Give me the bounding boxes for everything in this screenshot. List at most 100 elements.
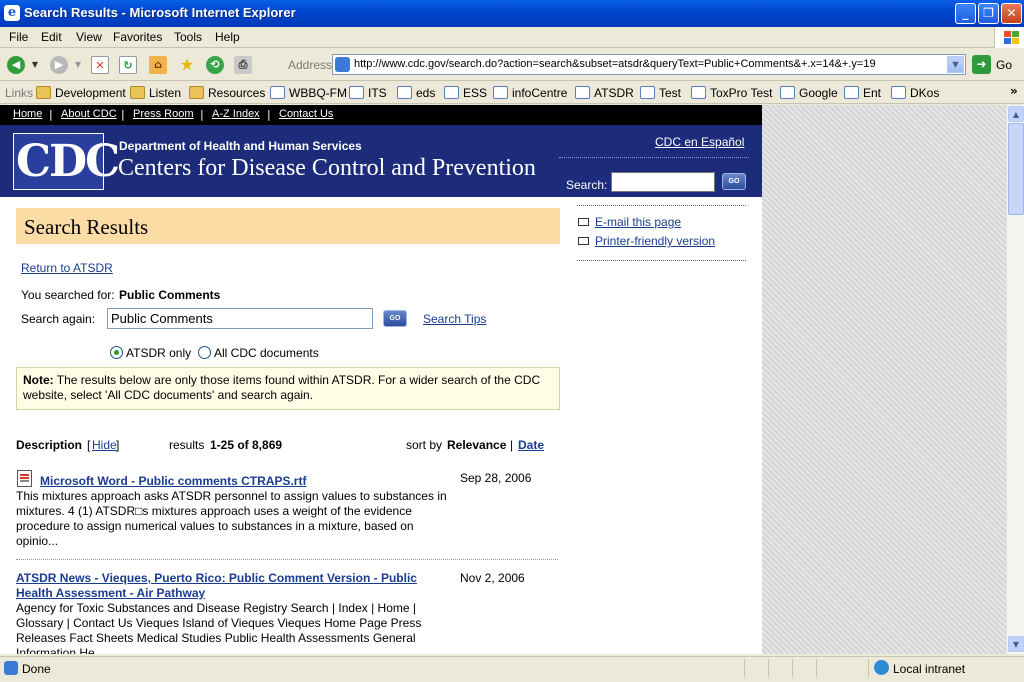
printer-friendly-link[interactable]: Printer-friendly version [577, 234, 715, 248]
ie-icon: e [4, 5, 20, 21]
folder-icon [130, 86, 145, 99]
address-label: Address [288, 58, 333, 72]
title-bar: e Search Results - Microsoft Internet Ex… [0, 0, 1024, 27]
print-icon[interactable]: ⎙ [234, 56, 252, 74]
radio-all-label: All CDC documents [214, 346, 319, 360]
espanol-link[interactable]: CDC en Español [655, 135, 744, 149]
windows-logo-icon [994, 27, 1024, 48]
minimize-button[interactable]: _ [955, 3, 976, 24]
link-ent[interactable]: Ent [844, 86, 881, 100]
link-infocentre[interactable]: infoCentre [493, 86, 567, 100]
more-links-chevron-icon[interactable]: » [1010, 84, 1018, 98]
scroll-down-icon[interactable]: ▼ [1008, 636, 1024, 652]
nav-press-room[interactable]: Press Room [133, 108, 194, 120]
address-bar[interactable]: http://www.cdc.gov/search.do?action=sear… [332, 54, 966, 75]
link-test[interactable]: Test [640, 86, 681, 100]
radio-atsdr-only[interactable] [110, 346, 123, 359]
page-icon [691, 86, 706, 99]
nav-a-z-index[interactable]: A-Z Index [212, 108, 260, 120]
nav-about-cdc[interactable]: About CDC [61, 108, 117, 120]
hide-link[interactable]: Hide [92, 438, 117, 452]
sort-date-link[interactable]: Date [518, 438, 544, 452]
folder-icon [36, 86, 51, 99]
search-tips-link[interactable]: Search Tips [423, 312, 486, 326]
page-icon [575, 86, 590, 99]
address-url[interactable]: http://www.cdc.gov/search.do?action=sear… [354, 58, 876, 70]
address-dropdown-icon[interactable]: ▼ [947, 56, 964, 73]
results-prefix: results [169, 438, 205, 452]
site-search-go-button[interactable]: GO [722, 173, 746, 190]
cdc-banner: CDC Department of Health and Human Servi… [0, 125, 762, 197]
link-google[interactable]: Google [780, 86, 838, 100]
history-icon[interactable]: ⟲ [206, 56, 224, 74]
link-listen[interactable]: Listen [130, 86, 181, 100]
toolbar: ◀ ▼ ▶ ▼ ✕ ↻ ⌂ ★ ⟲ ⎙ Address http://www.c… [0, 49, 1024, 81]
link-eds[interactable]: eds [397, 86, 435, 100]
cdc-logo[interactable]: CDC [13, 133, 120, 190]
links-bar: Links Development Listen Resources WBBQ-… [0, 82, 1024, 104]
page-content: Home | About CDC | Press Room | A-Z Inde… [0, 105, 1006, 654]
result-title[interactable]: Microsoft Word - Public comments CTRAPS.… [40, 474, 440, 489]
menu-favorites[interactable]: Favorites [113, 30, 162, 44]
search-again-label: Search again: [21, 312, 96, 326]
site-search-label: Search: [566, 178, 608, 192]
folder-icon [189, 86, 204, 99]
restore-button[interactable]: ❐ [978, 3, 999, 24]
menu-bar: File Edit View Favorites Tools Help [0, 27, 1024, 48]
note-text: The results below are only those items f… [23, 373, 541, 402]
search-again-input[interactable]: Public Comments [107, 308, 373, 329]
link-atsdr[interactable]: ATSDR [575, 86, 634, 100]
document-icon [17, 470, 32, 487]
radio-atsdr-label: ATSDR only [126, 346, 192, 360]
home-icon[interactable]: ⌂ [149, 56, 167, 74]
scroll-thumb[interactable] [1008, 123, 1024, 215]
menu-edit[interactable]: Edit [41, 30, 62, 44]
go-arrow-icon: ➜ [972, 55, 991, 74]
search-again-go-button[interactable]: GO [383, 310, 407, 327]
window-title: Search Results - Microsoft Internet Expl… [24, 5, 296, 20]
menu-file[interactable]: File [9, 30, 28, 44]
vertical-scrollbar[interactable]: ▲ ▼ [1006, 105, 1024, 654]
page-icon [780, 86, 795, 99]
link-ess[interactable]: ESS [444, 86, 487, 100]
center-name: Centers for Disease Control and Preventi… [118, 155, 536, 181]
result-description: This mixtures approach asks ATSDR person… [16, 489, 447, 548]
go-button[interactable]: ➜ Go [972, 55, 1022, 75]
menu-view[interactable]: View [76, 30, 102, 44]
site-search-input[interactable] [611, 172, 715, 192]
return-link[interactable]: Return to ATSDR [21, 261, 113, 275]
radio-all-cdc[interactable] [198, 346, 211, 359]
page-icon [493, 86, 508, 99]
page-icon [335, 57, 350, 72]
envelope-icon [578, 218, 589, 226]
link-development[interactable]: Development [36, 86, 126, 100]
status-text: Done [22, 662, 51, 676]
note-box: Note: The results below are only those i… [16, 367, 560, 410]
nav-home[interactable]: Home [13, 108, 42, 120]
link-toxpro-test[interactable]: ToxPro Test [691, 86, 772, 100]
favorites-star-icon[interactable]: ★ [178, 56, 196, 74]
page-icon [844, 86, 859, 99]
nav-contact-us[interactable]: Contact Us [279, 108, 333, 120]
refresh-icon[interactable]: ↻ [119, 56, 137, 74]
stop-icon[interactable]: ✕ [91, 56, 109, 74]
link-resources[interactable]: Resources [189, 86, 265, 100]
menu-tools[interactable]: Tools [174, 30, 202, 44]
security-zone: Local intranet [893, 662, 966, 676]
back-dropdown-icon[interactable]: ▼ [31, 56, 39, 74]
page-title: Search Results [24, 215, 149, 239]
page-background [762, 105, 1006, 654]
status-bar: Done Local intranet [0, 656, 1024, 682]
link-wbbq-fm[interactable]: WBBQ-FM [270, 86, 347, 100]
back-icon[interactable]: ◀ [7, 56, 25, 74]
page-icon [891, 86, 906, 99]
scroll-up-icon[interactable]: ▲ [1008, 106, 1024, 122]
forward-icon[interactable]: ▶ [50, 56, 68, 74]
result-title[interactable]: ATSDR News - Vieques, Puerto Rico: Publi… [16, 571, 456, 601]
forward-dropdown-icon[interactable]: ▼ [74, 56, 82, 74]
link-dkos[interactable]: DKos [891, 86, 939, 100]
close-button[interactable]: ✕ [1001, 3, 1022, 24]
menu-help[interactable]: Help [215, 30, 240, 44]
email-page-link[interactable]: E-mail this page [577, 215, 681, 229]
link-its[interactable]: ITS [349, 86, 387, 100]
